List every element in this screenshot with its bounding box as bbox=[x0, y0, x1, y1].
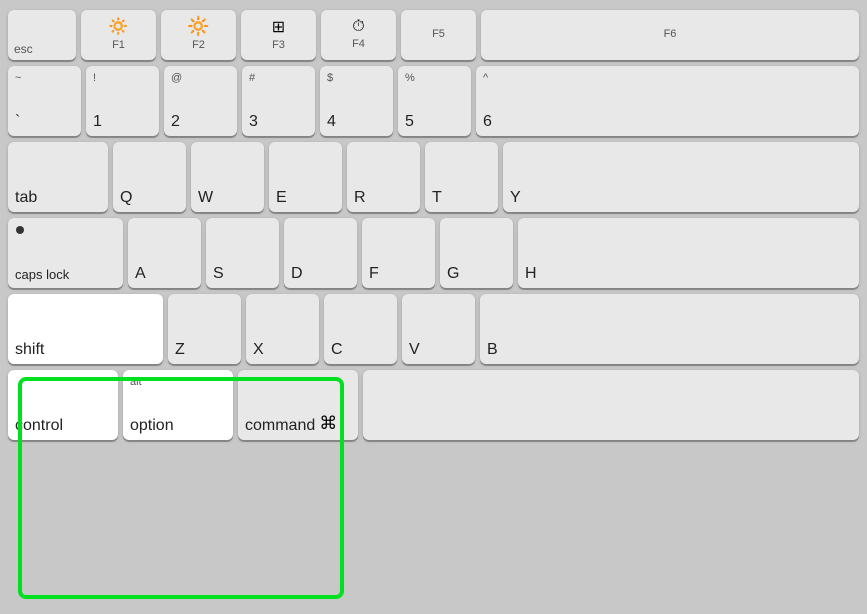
alt-top-label: alt bbox=[130, 376, 142, 388]
key-h[interactable]: H bbox=[518, 218, 859, 288]
f2-label: F2 bbox=[192, 39, 205, 52]
three-label: 3 bbox=[249, 112, 258, 131]
v-label: V bbox=[409, 340, 420, 359]
percent-label: % bbox=[405, 72, 415, 84]
key-2[interactable]: @ 2 bbox=[164, 66, 237, 136]
h-label: H bbox=[525, 264, 537, 283]
zxcv-row: shift Z X C V B bbox=[8, 294, 859, 364]
f4-label: F4 bbox=[352, 38, 365, 51]
key-6[interactable]: ^ 6 bbox=[476, 66, 859, 136]
f6-label: F6 bbox=[664, 28, 677, 41]
key-tilde[interactable]: ~ ` bbox=[8, 66, 81, 136]
key-e[interactable]: E bbox=[269, 142, 342, 212]
fn-row: esc 🔅 F1 🔆 F2 ⊞ F3 ⏱ F4 F5 F6 bbox=[8, 10, 859, 60]
key-3[interactable]: # 3 bbox=[242, 66, 315, 136]
caps-lock-label: caps lock bbox=[15, 267, 69, 283]
key-tab[interactable]: tab bbox=[8, 142, 108, 212]
key-q[interactable]: Q bbox=[113, 142, 186, 212]
command-label: command bbox=[245, 416, 315, 435]
shift-left-label: shift bbox=[15, 340, 44, 359]
key-b[interactable]: B bbox=[480, 294, 859, 364]
q-label: Q bbox=[120, 188, 132, 207]
c-label: C bbox=[331, 340, 343, 359]
key-c[interactable]: C bbox=[324, 294, 397, 364]
four-label: 4 bbox=[327, 112, 336, 131]
key-a[interactable]: A bbox=[128, 218, 201, 288]
key-d[interactable]: D bbox=[284, 218, 357, 288]
control-label: control bbox=[15, 416, 63, 435]
f-label: F bbox=[369, 264, 379, 283]
launchpad-icon: ⏱ bbox=[352, 18, 364, 36]
key-f[interactable]: F bbox=[362, 218, 435, 288]
key-f2[interactable]: 🔆 F2 bbox=[161, 10, 236, 60]
key-5[interactable]: % 5 bbox=[398, 66, 471, 136]
asdf-row: caps lock A S D F G H bbox=[8, 218, 859, 288]
e-label: E bbox=[276, 188, 287, 207]
key-1[interactable]: ! 1 bbox=[86, 66, 159, 136]
key-v[interactable]: V bbox=[402, 294, 475, 364]
key-caps-lock[interactable]: caps lock bbox=[8, 218, 123, 288]
mission-control-icon: ⊞ bbox=[272, 17, 285, 37]
key-shift-left[interactable]: shift bbox=[8, 294, 163, 364]
key-g[interactable]: G bbox=[440, 218, 513, 288]
key-x[interactable]: X bbox=[246, 294, 319, 364]
bottom-row: control alt option command ⌘ bbox=[8, 370, 859, 440]
tilde-bottom: ` bbox=[15, 112, 20, 131]
exclaim-label: ! bbox=[93, 72, 96, 84]
key-control[interactable]: control bbox=[8, 370, 118, 440]
g-label: G bbox=[447, 264, 459, 283]
qwerty-row: tab Q W E R T Y bbox=[8, 142, 859, 212]
caps-lock-indicator bbox=[16, 226, 24, 234]
d-label: D bbox=[291, 264, 303, 283]
number-row: ~ ` ! 1 @ 2 # 3 $ 4 % 5 ^ 6 bbox=[8, 66, 859, 136]
key-f4[interactable]: ⏱ F4 bbox=[321, 10, 396, 60]
z-label: Z bbox=[175, 340, 185, 359]
key-space[interactable] bbox=[363, 370, 859, 440]
r-label: R bbox=[354, 188, 366, 207]
at-label: @ bbox=[171, 72, 182, 84]
six-label: 6 bbox=[483, 112, 492, 131]
key-esc[interactable]: esc bbox=[8, 10, 76, 60]
f3-label: F3 bbox=[272, 39, 285, 52]
hash-label: # bbox=[249, 72, 255, 84]
x-label: X bbox=[253, 340, 264, 359]
option-label: option bbox=[130, 416, 174, 435]
key-f5[interactable]: F5 bbox=[401, 10, 476, 60]
key-f1[interactable]: 🔅 F1 bbox=[81, 10, 156, 60]
key-4[interactable]: $ 4 bbox=[320, 66, 393, 136]
key-t[interactable]: T bbox=[425, 142, 498, 212]
a-label: A bbox=[135, 264, 146, 283]
f1-label: F1 bbox=[112, 39, 125, 52]
s-label: S bbox=[213, 264, 224, 283]
key-s[interactable]: S bbox=[206, 218, 279, 288]
one-label: 1 bbox=[93, 112, 102, 131]
key-f3[interactable]: ⊞ F3 bbox=[241, 10, 316, 60]
y-label: Y bbox=[510, 188, 521, 207]
two-label: 2 bbox=[171, 112, 180, 131]
five-label: 5 bbox=[405, 112, 414, 131]
t-label: T bbox=[432, 188, 442, 207]
key-alt-option[interactable]: alt option bbox=[123, 370, 233, 440]
brightness-down-icon: 🔅 bbox=[107, 16, 129, 37]
keyboard: esc 🔅 F1 🔆 F2 ⊞ F3 ⏱ F4 F5 F6 ~ ` bbox=[0, 0, 867, 614]
command-symbol: ⌘ bbox=[319, 413, 337, 434]
f5-label: F5 bbox=[432, 28, 445, 41]
esc-label: esc bbox=[14, 42, 33, 56]
tab-label: tab bbox=[15, 188, 37, 207]
w-label: W bbox=[198, 188, 213, 207]
tilde-top: ~ bbox=[15, 72, 21, 84]
key-w[interactable]: W bbox=[191, 142, 264, 212]
b-label: B bbox=[487, 340, 498, 359]
key-r[interactable]: R bbox=[347, 142, 420, 212]
key-command[interactable]: command ⌘ bbox=[238, 370, 358, 440]
key-y[interactable]: Y bbox=[503, 142, 859, 212]
brightness-up-icon: 🔆 bbox=[187, 16, 209, 37]
dollar-label: $ bbox=[327, 72, 333, 84]
caret-label: ^ bbox=[483, 72, 488, 84]
key-z[interactable]: Z bbox=[168, 294, 241, 364]
key-f6[interactable]: F6 bbox=[481, 10, 859, 60]
